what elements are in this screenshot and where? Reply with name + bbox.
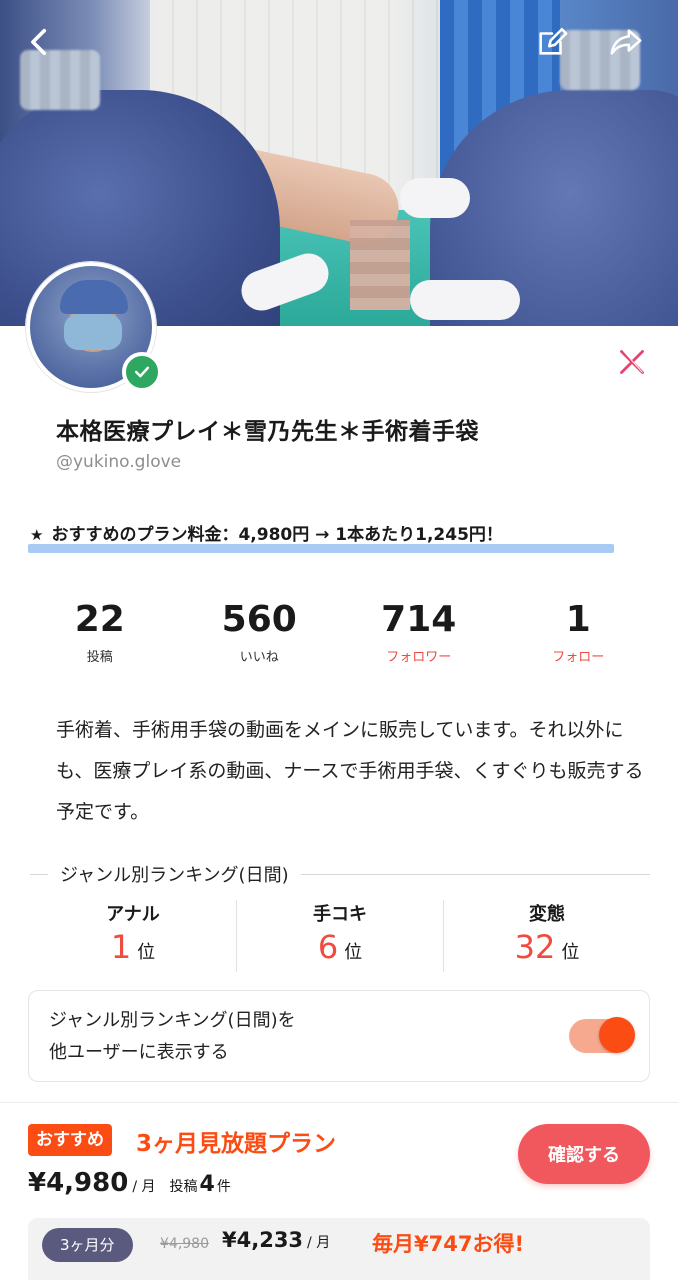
cover-glove-right-upper — [400, 178, 470, 218]
edit-button[interactable] — [532, 22, 572, 62]
plan-price: ¥4,980/ 月投稿4 件 — [28, 1168, 231, 1198]
avatar-cap — [60, 280, 128, 314]
ranking-visibility-line2: 他ユーザーに表示する — [49, 1042, 229, 1063]
section-divider — [0, 1102, 678, 1103]
plan-offer[interactable]: 3ヶ月分 ¥4,980 ¥4,233/ 月 毎月¥747お得! — [28, 1218, 650, 1280]
ranking-title: ジャンル別ランキング(日間) — [30, 860, 650, 888]
toggle-knob — [599, 1017, 635, 1053]
profile-handle: @yukino.glove — [56, 452, 182, 472]
offer-new-price-period: / 月 — [307, 1235, 331, 1251]
verified-badge — [122, 352, 162, 392]
check-badge-icon — [134, 366, 150, 378]
share-icon — [610, 29, 642, 55]
ranking-position: 1 — [110, 928, 132, 966]
edit-icon — [539, 27, 568, 55]
share-button[interactable] — [606, 22, 646, 62]
ranking-unit: 位 — [344, 942, 363, 963]
ranking-genre: 変態 — [529, 904, 565, 925]
ranking-genre: 手コキ — [313, 904, 367, 925]
ranking-genre: アナル — [106, 904, 160, 925]
stat-label: いいね — [239, 650, 279, 665]
plan-name: 3ヶ月見放題プラン — [136, 1131, 337, 1157]
x-logo-icon[interactable] — [618, 348, 646, 376]
ranking-visibility-toggle[interactable] — [569, 1017, 635, 1053]
offer-new-price: ¥4,233/ 月 — [222, 1228, 330, 1252]
plan-posts-label: 投稿 — [169, 1179, 198, 1195]
plan-posts-count: 4 — [199, 1172, 215, 1197]
stat-label: フォロー — [552, 650, 605, 665]
promo-text: ★ おすすめのプラン料金：4,980円 → 1本あたり1,245円！ — [30, 520, 503, 545]
plan-posts-unit: 件 — [216, 1179, 231, 1195]
divider — [30, 873, 48, 875]
offer-old-price: ¥4,980 — [160, 1236, 209, 1252]
ranking-item[interactable]: 手コキ 6位 — [237, 900, 444, 972]
stat-posts[interactable]: 22 投稿 — [20, 598, 180, 665]
confirm-button[interactable]: 確認する — [518, 1124, 650, 1184]
stat-label: 投稿 — [86, 650, 113, 665]
offer-duration: 3ヶ月分 — [42, 1228, 133, 1262]
ranking-title-text: ジャンル別ランキング(日間) — [60, 865, 289, 886]
offer-new-price-value: ¥4,233 — [222, 1228, 304, 1252]
stat-following[interactable]: 1 フォロー — [499, 598, 659, 665]
star-icon: ★ — [30, 526, 44, 544]
ranking-position: 6 — [317, 928, 339, 966]
chevron-left-icon — [31, 28, 47, 56]
ranking-unit: 位 — [137, 942, 156, 963]
ranking-position: 32 — [514, 928, 556, 966]
stat-likes[interactable]: 560 いいね — [180, 598, 340, 665]
profile-name: 本格医療プレイ＊雪乃先生＊手術着手袋 — [56, 419, 479, 445]
stat-value: 1 — [565, 599, 591, 640]
stat-followers[interactable]: 714 フォロワー — [339, 598, 499, 665]
ranking-visibility-label: ジャンル別ランキング(日間)を 他ユーザーに表示する — [49, 1005, 296, 1069]
recommended-badge: おすすめ — [28, 1124, 112, 1156]
promo-highlight — [28, 544, 614, 553]
ranking-item[interactable]: 変態 32 位 — [444, 900, 650, 972]
cover-mosaic — [350, 220, 410, 310]
stat-value: 22 — [74, 599, 125, 640]
back-button[interactable] — [20, 22, 60, 62]
ranking-visibility-line1: ジャンル別ランキング(日間)を — [49, 1010, 296, 1031]
offer-savings: 毎月¥747お得! — [372, 1232, 525, 1256]
stat-value: 560 — [221, 599, 297, 640]
cover-glove-right-lower — [410, 280, 520, 320]
stat-label: フォロワー — [386, 650, 452, 665]
plan-price-value: ¥4,980 — [28, 1168, 129, 1198]
plan-price-period: / 月 — [132, 1179, 156, 1195]
avatar-mask — [64, 314, 122, 350]
ranking-list: アナル 1位 手コキ 6位 変態 32 位 — [30, 900, 650, 972]
ranking-unit: 位 — [561, 942, 580, 963]
stat-value: 714 — [381, 599, 457, 640]
promo-label: おすすめのプラン料金：4,980円 → 1本あたり1,245円！ — [51, 525, 503, 545]
stats-row: 22 投稿 560 いいね 714 フォロワー 1 フォロー — [20, 598, 658, 665]
ranking-visibility-card: ジャンル別ランキング(日間)を 他ユーザーに表示する — [28, 990, 650, 1082]
ranking-item[interactable]: アナル 1位 — [30, 900, 237, 972]
profile-bio: 手術着、手術用手袋の動画をメインに販売しています。それ以外にも、医療プレイ系の動… — [56, 719, 644, 823]
divider — [300, 873, 650, 875]
